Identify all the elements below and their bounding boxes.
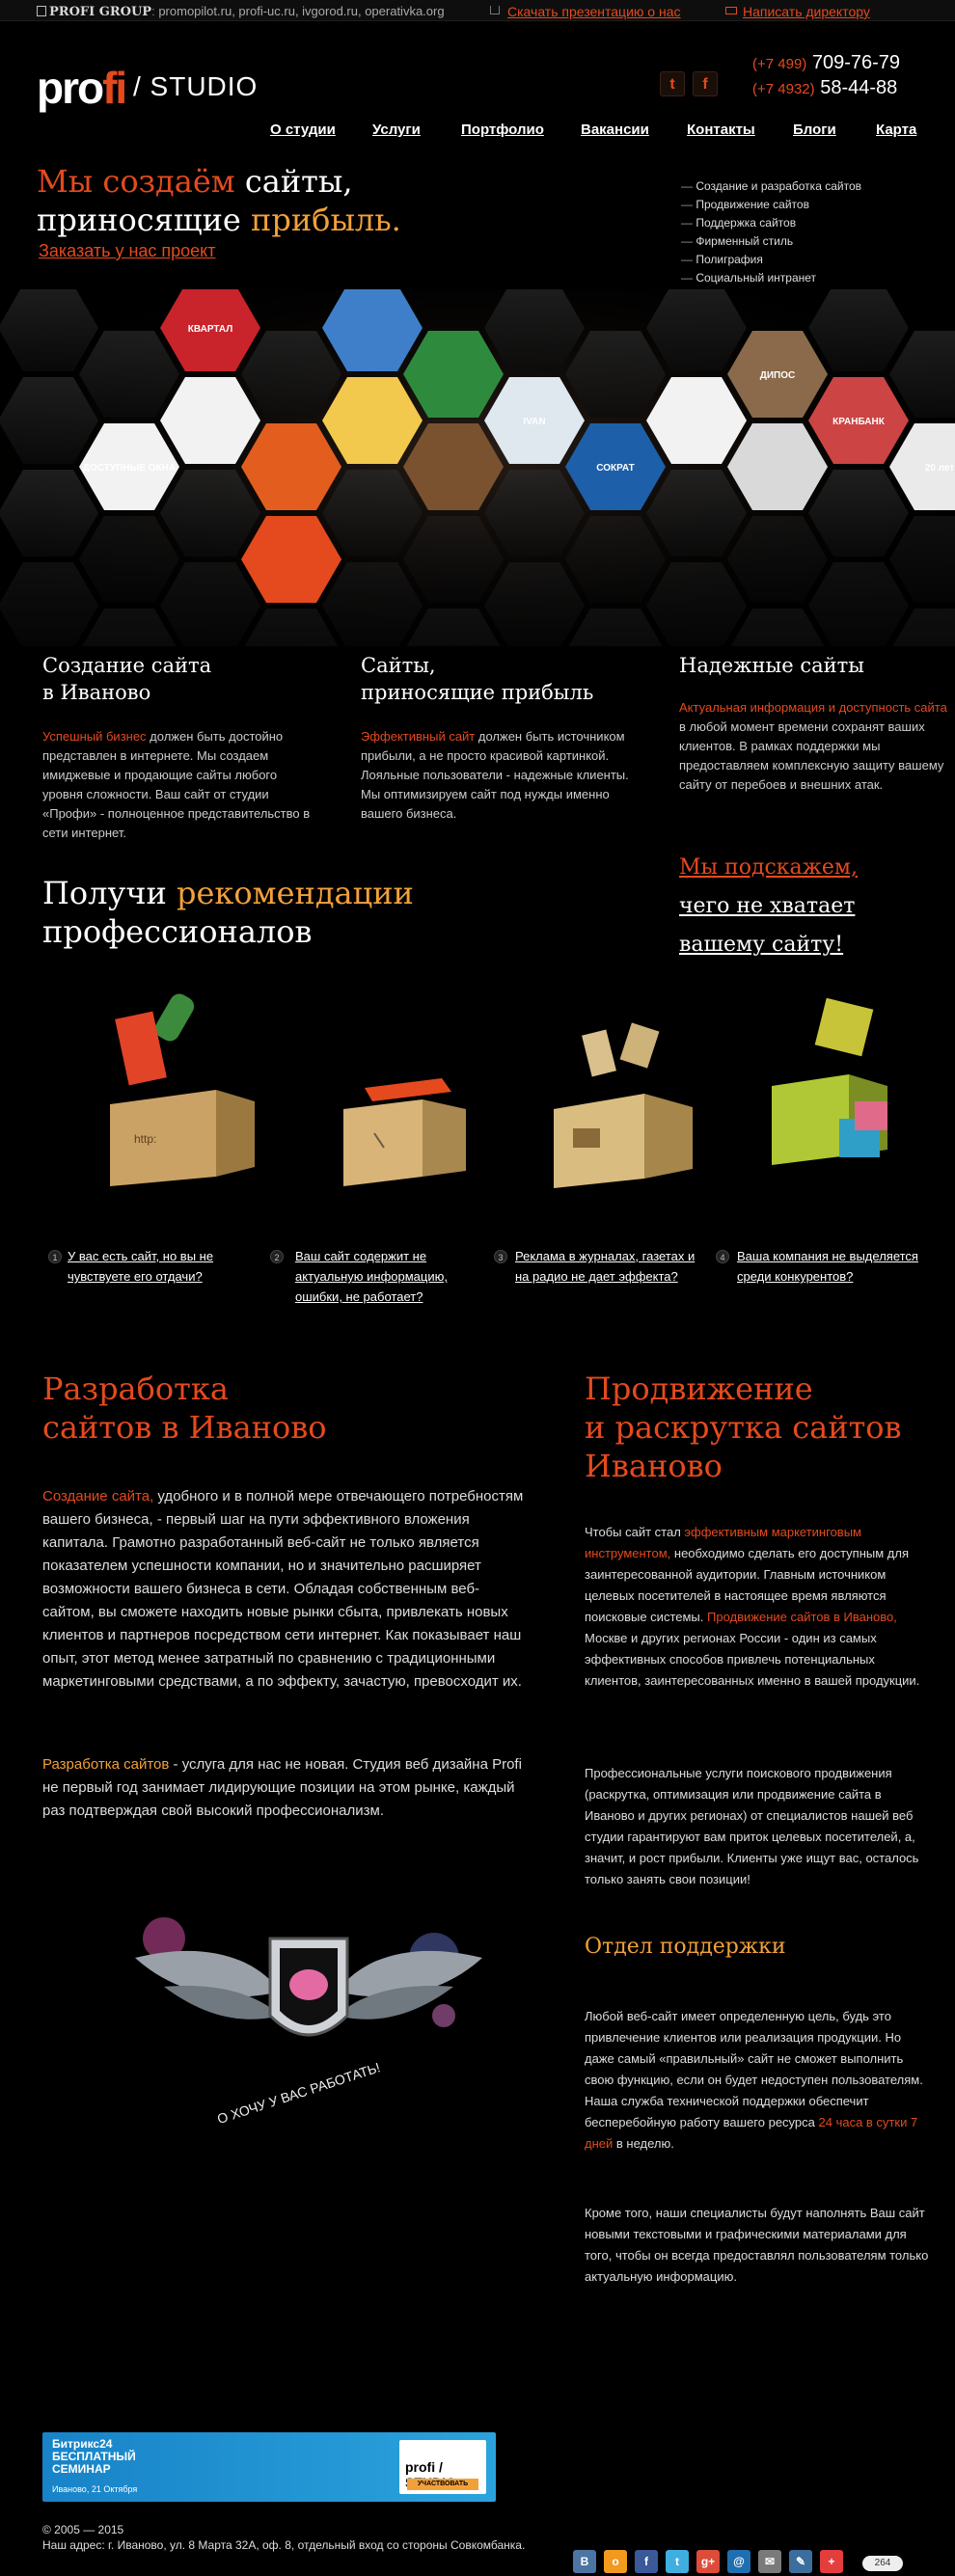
dev-paragraph-2: Разработка сайтов - услуга для нас не но… [42,1756,522,1819]
more-icon[interactable]: + [820,2550,843,2573]
group-sites: PROFI GROUP: promopilot.ru, profi-uc.ru,… [37,4,445,19]
portfolio-tile-label: КРАНБАНК [832,417,886,427]
service-item[interactable]: Социальный интранет [681,269,861,287]
banner-partner-logo: profi / STUDIO УЧАСТВОВАТЬ [399,2440,486,2494]
dev-title: Разработка сайтов в Иваново [42,1370,327,1446]
box-number: 1 [48,1250,62,1263]
main-nav: О студии Услуги Портфолио Вакансии Конта… [0,122,955,145]
column-title: Сайты, приносящие прибыль [361,654,594,704]
twitter-icon[interactable]: t [660,71,685,96]
facebook-icon[interactable]: f [693,71,718,96]
support-title: Отдел поддержки [585,1935,786,1959]
portfolio-tile-label: ДОСТУПНЫЕ ОКНА [83,463,176,474]
portfolio-tile-label: 20 лет [925,463,955,474]
box-illustration-1[interactable]: http: [81,974,274,1196]
recommendations-heading: Получи рекомендации профессионалов [42,875,414,950]
column-profit: Сайты, приносящие прибыль Эффективный сай… [361,652,636,824]
support-paragraph-1: Любой веб-сайт имеет определенную цель, … [585,2009,923,2151]
portfolio-tile-label: IVAN [523,417,545,427]
seminar-banner[interactable]: Битрикс24 БЕСПЛАТНЫЙ СЕМИНАР Иваново, 21 О… [42,2432,496,2502]
box-number: 4 [716,1250,729,1263]
service-item[interactable]: Создание и разработка сайтов [681,177,861,196]
hint-link[interactable]: Мы подскажем, чего не хватает вашему сай… [679,849,858,964]
logo[interactable]: profi [37,63,127,113]
service-item[interactable]: Продвижение сайтов [681,196,861,214]
banner-participate-button[interactable]: УЧАСТВОВАТЬ [407,2479,478,2490]
service-item[interactable]: Полиграфия [681,251,861,269]
nav-vacancies[interactable]: Вакансии [581,122,649,138]
box-caption-4[interactable]: Ваша компания не выделяется среди конкур… [737,1246,940,1287]
box-number: 2 [270,1250,284,1263]
box-caption-2[interactable]: Ваш сайт содержит не актуальную информац… [295,1246,459,1307]
facebook-icon[interactable]: f [635,2550,658,2573]
box-illustration-3[interactable] [529,974,722,1196]
banner-date: Иваново, 21 Октября [52,2484,138,2494]
portfolio-tile-label: СОКРАТ [596,463,634,474]
service-item[interactable]: Поддержка сайтов [681,214,861,232]
support-paragraph-2: Кроме того, наши специалисты будут напол… [585,2206,929,2284]
box-illustration-2[interactable] [307,974,500,1196]
write-director-link[interactable]: Написать директору [743,4,870,19]
column-text: Актуальная информация и доступность сайт… [679,700,947,792]
column-reliable: Надежные сайты Актуальная информация и д… [679,652,954,795]
odnoklassniki-icon[interactable]: о [604,2550,627,2573]
box-caption-1[interactable]: У вас есть сайт, но вы не чувствуете его… [68,1246,251,1287]
services-list: Создание и разработка сайтов Продвижение… [681,177,861,287]
twitter-icon[interactable]: t [666,2550,689,2573]
download-presentation-link[interactable]: Скачать презентацию о нас [507,4,680,19]
logo-fi: fi [102,63,127,113]
google-plus-icon[interactable]: g+ [696,2550,720,2573]
share-count: 264 [862,2556,903,2571]
logo-pro: pro [37,63,104,113]
promo-paragraph-1: Чтобы сайт стал эффективным маркетинговы… [585,1525,920,1688]
mail-icon[interactable]: @ [727,2550,750,2573]
group-icon [37,6,46,16]
box-number: 3 [494,1250,507,1263]
box-illustration-4[interactable] [743,974,936,1196]
column-title: Надежные сайты [679,654,864,677]
service-item[interactable]: Фирменный стиль [681,232,861,251]
nav-blogs[interactable]: Блоги [793,122,836,138]
group-label: PROFI GROUP [49,5,152,19]
email-icon[interactable]: ✉ [758,2550,781,2573]
column-create: Создание сайта в Иваново Успешный бизнес … [42,652,317,843]
phone-moscow: (+7 499) 709-76-79 [752,52,901,73]
column-title: Создание сайта в Иваново [42,654,212,704]
column-text: Эффективный сайт должен быть источником … [361,729,629,821]
emblem-image: О ХОЧУ У ВАС РАБОТАТЬ! [135,1917,482,2127]
portfolio-tile-label: КВАРТАЛ [188,324,232,335]
top-bar: PROFI GROUP: promopilot.ru, profi-uc.ru,… [0,0,955,21]
promo-title: Продвижение и раскрутка сайтов Иваново [585,1370,902,1484]
banner-text: Битрикс24 БЕСПЛАТНЫЙ СЕМИНАР [52,2437,136,2476]
portfolio-tile-label: ДИПОС [760,370,796,381]
nav-about[interactable]: О студии [270,122,336,138]
livejournal-icon[interactable]: ✎ [789,2550,812,2573]
vk-icon[interactable]: В [573,2550,596,2573]
nav-portfolio[interactable]: Портфолио [461,122,544,138]
svg-text:http:: http: [134,1132,156,1146]
mail-envelope-icon [725,7,737,14]
footer-copyright: © 2005 — 2015 Наш адрес: г. Иваново, ул. … [42,2523,526,2552]
hero-title: Мы создаём сайты, приносящие прибыль. [37,163,401,238]
group-sites-links[interactable]: promopilot.ru, profi-uc.ru, ivgorod.ru, … [158,4,444,18]
column-text: Успешный бизнес должен быть достойно пре… [42,729,311,840]
nav-map[interactable]: Карта [876,122,916,138]
nav-services[interactable]: Услуги [372,122,421,138]
box-caption-3[interactable]: Реклама в журналах, газетах и на радио н… [515,1246,708,1287]
order-project-link[interactable]: Заказать у нас проект [39,241,216,261]
svg-text:О ХОЧУ У ВАС РАБОТАТЬ!: О ХОЧУ У ВАС РАБОТАТЬ! [215,2059,382,2127]
nav-contacts[interactable]: Контакты [687,122,755,138]
portfolio-hex-grid: ДОСТУПНЫЕ ОКНА КВАРТАЛ ДИПОС КРАНБАНК IVAN СО… [0,289,955,646]
dev-paragraph-1: Создание сайта, удобного и в полной мере… [42,1488,524,1690]
download-icon [490,6,500,14]
logo-studio: / STUDIO [133,71,259,101]
promo-paragraph-2: Профессиональные услуги поискового продв… [585,1766,919,1886]
phone-ivanovo: (+7 4932) 58-44-88 [752,77,898,98]
